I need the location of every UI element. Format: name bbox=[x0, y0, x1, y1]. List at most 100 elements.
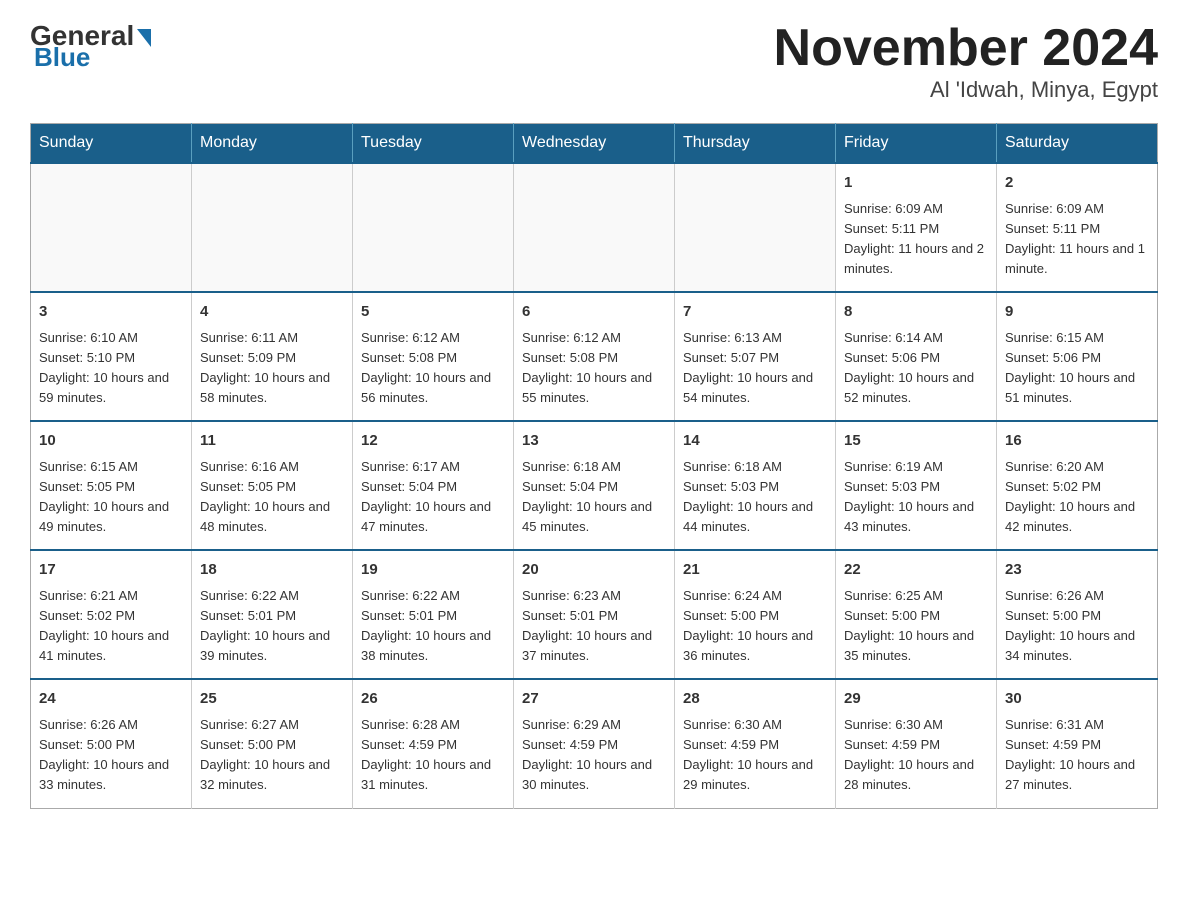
day-number: 4 bbox=[200, 301, 344, 324]
day-info: Sunrise: 6:25 AMSunset: 5:00 PMDaylight:… bbox=[844, 586, 988, 667]
day-info: Sunrise: 6:22 AMSunset: 5:01 PMDaylight:… bbox=[361, 586, 505, 667]
day-number: 28 bbox=[683, 688, 827, 711]
calendar-week-row: 10 Sunrise: 6:15 AMSunset: 5:05 PMDayligh… bbox=[31, 421, 1158, 550]
calendar-week-row: 24 Sunrise: 6:26 AMSunset: 5:00 PMDayligh… bbox=[31, 679, 1158, 808]
day-info: Sunrise: 6:31 AMSunset: 4:59 PMDaylight:… bbox=[1005, 715, 1149, 796]
calendar-day-cell: 24 Sunrise: 6:26 AMSunset: 5:00 PMDayligh… bbox=[31, 679, 192, 808]
day-number: 7 bbox=[683, 301, 827, 324]
day-info: Sunrise: 6:17 AMSunset: 5:04 PMDaylight:… bbox=[361, 457, 505, 538]
day-number: 30 bbox=[1005, 688, 1149, 711]
calendar-day-cell bbox=[192, 163, 353, 292]
calendar-day-cell: 9Sunrise: 6:15 AMSunset: 5:06 PMDaylight… bbox=[997, 292, 1158, 421]
calendar-day-cell: 19 Sunrise: 6:22 AMSunset: 5:01 PMDayligh… bbox=[353, 550, 514, 679]
day-number: 14 bbox=[683, 430, 827, 453]
day-info: Sunrise: 6:20 AMSunset: 5:02 PMDaylight:… bbox=[1005, 457, 1149, 538]
day-info: Sunrise: 6:24 AMSunset: 5:00 PMDaylight:… bbox=[683, 586, 827, 667]
day-info: Sunrise: 6:21 AMSunset: 5:02 PMDaylight:… bbox=[39, 586, 183, 667]
day-of-week-header: Thursday bbox=[675, 124, 836, 164]
day-number: 9 bbox=[1005, 301, 1149, 324]
calendar-day-cell: 2Sunrise: 6:09 AMSunset: 5:11 PMDaylight… bbox=[997, 163, 1158, 292]
calendar-day-cell: 25Sunrise: 6:27 AMSunset: 5:00 PMDayligh… bbox=[192, 679, 353, 808]
calendar-day-cell: 4 Sunrise: 6:11 AMSunset: 5:09 PMDaylight… bbox=[192, 292, 353, 421]
day-info: Sunrise: 6:14 AMSunset: 5:06 PMDaylight:… bbox=[844, 328, 988, 409]
logo-blue-text: Blue bbox=[34, 42, 90, 73]
day-number: 29 bbox=[844, 688, 988, 711]
day-info: Sunrise: 6:18 AMSunset: 5:03 PMDaylight:… bbox=[683, 457, 827, 538]
day-info: Sunrise: 6:16 AMSunset: 5:05 PMDaylight:… bbox=[200, 457, 344, 538]
day-info: Sunrise: 6:11 AMSunset: 5:09 PMDaylight:… bbox=[200, 328, 344, 409]
day-info: Sunrise: 6:10 AMSunset: 5:10 PMDaylight:… bbox=[39, 328, 183, 409]
calendar-day-cell bbox=[353, 163, 514, 292]
day-info: Sunrise: 6:22 AMSunset: 5:01 PMDaylight:… bbox=[200, 586, 344, 667]
calendar-day-cell bbox=[514, 163, 675, 292]
day-number: 23 bbox=[1005, 559, 1149, 582]
day-number: 18 bbox=[200, 559, 344, 582]
day-number: 5 bbox=[361, 301, 505, 324]
calendar-day-cell: 6 Sunrise: 6:12 AMSunset: 5:08 PMDaylight… bbox=[514, 292, 675, 421]
day-number: 16 bbox=[1005, 430, 1149, 453]
day-number: 11 bbox=[200, 430, 344, 453]
day-number: 19 bbox=[361, 559, 505, 582]
logo: General Blue bbox=[30, 20, 151, 73]
logo-arrow-icon bbox=[137, 29, 151, 47]
day-info: Sunrise: 6:28 AMSunset: 4:59 PMDaylight:… bbox=[361, 715, 505, 796]
calendar-day-cell: 28 Sunrise: 6:30 AMSunset: 4:59 PMDayligh… bbox=[675, 679, 836, 808]
calendar-day-cell: 8 Sunrise: 6:14 AMSunset: 5:06 PMDaylight… bbox=[836, 292, 997, 421]
day-number: 26 bbox=[361, 688, 505, 711]
day-info: Sunrise: 6:12 AMSunset: 5:08 PMDaylight:… bbox=[361, 328, 505, 409]
day-info: Sunrise: 6:29 AMSunset: 4:59 PMDaylight:… bbox=[522, 715, 666, 796]
calendar-day-cell: 3 Sunrise: 6:10 AMSunset: 5:10 PMDaylight… bbox=[31, 292, 192, 421]
calendar-week-row: 1 Sunrise: 6:09 AMSunset: 5:11 PMDaylight… bbox=[31, 163, 1158, 292]
day-info: Sunrise: 6:19 AMSunset: 5:03 PMDaylight:… bbox=[844, 457, 988, 538]
day-info: Sunrise: 6:26 AMSunset: 5:00 PMDaylight:… bbox=[1005, 586, 1149, 667]
day-number: 1 bbox=[844, 172, 988, 195]
day-number: 25 bbox=[200, 688, 344, 711]
day-info: Sunrise: 6:13 AMSunset: 5:07 PMDaylight:… bbox=[683, 328, 827, 409]
calendar-day-cell bbox=[31, 163, 192, 292]
day-info: Sunrise: 6:12 AMSunset: 5:08 PMDaylight:… bbox=[522, 328, 666, 409]
day-of-week-header: Tuesday bbox=[353, 124, 514, 164]
day-number: 10 bbox=[39, 430, 183, 453]
calendar-day-cell: 23 Sunrise: 6:26 AMSunset: 5:00 PMDayligh… bbox=[997, 550, 1158, 679]
calendar-title: November 2024 bbox=[774, 20, 1158, 77]
calendar-day-cell: 16 Sunrise: 6:20 AMSunset: 5:02 PMDayligh… bbox=[997, 421, 1158, 550]
day-info: Sunrise: 6:23 AMSunset: 5:01 PMDaylight:… bbox=[522, 586, 666, 667]
calendar-day-cell: 17 Sunrise: 6:21 AMSunset: 5:02 PMDayligh… bbox=[31, 550, 192, 679]
page-header: General Blue November 2024 Al 'Idwah, Mi… bbox=[30, 20, 1158, 103]
calendar-header-row: SundayMondayTuesdayWednesdayThursdayFrid… bbox=[31, 124, 1158, 164]
day-of-week-header: Monday bbox=[192, 124, 353, 164]
calendar-day-cell: 27Sunrise: 6:29 AMSunset: 4:59 PMDayligh… bbox=[514, 679, 675, 808]
calendar-day-cell: 30 Sunrise: 6:31 AMSunset: 4:59 PMDayligh… bbox=[997, 679, 1158, 808]
day-number: 2 bbox=[1005, 172, 1149, 195]
calendar-day-cell: 1 Sunrise: 6:09 AMSunset: 5:11 PMDaylight… bbox=[836, 163, 997, 292]
calendar-day-cell: 15 Sunrise: 6:19 AMSunset: 5:03 PMDayligh… bbox=[836, 421, 997, 550]
calendar-day-cell: 18 Sunrise: 6:22 AMSunset: 5:01 PMDayligh… bbox=[192, 550, 353, 679]
calendar-subtitle: Al 'Idwah, Minya, Egypt bbox=[774, 77, 1158, 103]
calendar-day-cell: 13Sunrise: 6:18 AMSunset: 5:04 PMDayligh… bbox=[514, 421, 675, 550]
day-info: Sunrise: 6:30 AMSunset: 4:59 PMDaylight:… bbox=[844, 715, 988, 796]
day-number: 12 bbox=[361, 430, 505, 453]
calendar-header: SundayMondayTuesdayWednesdayThursdayFrid… bbox=[31, 124, 1158, 164]
calendar-day-cell: 10 Sunrise: 6:15 AMSunset: 5:05 PMDayligh… bbox=[31, 421, 192, 550]
calendar-day-cell: 26 Sunrise: 6:28 AMSunset: 4:59 PMDayligh… bbox=[353, 679, 514, 808]
calendar-week-row: 17 Sunrise: 6:21 AMSunset: 5:02 PMDayligh… bbox=[31, 550, 1158, 679]
calendar-day-cell: 14 Sunrise: 6:18 AMSunset: 5:03 PMDayligh… bbox=[675, 421, 836, 550]
day-number: 17 bbox=[39, 559, 183, 582]
calendar-title-block: November 2024 Al 'Idwah, Minya, Egypt bbox=[774, 20, 1158, 103]
day-of-week-header: Wednesday bbox=[514, 124, 675, 164]
day-info: Sunrise: 6:26 AMSunset: 5:00 PMDaylight:… bbox=[39, 715, 183, 796]
day-of-week-header: Saturday bbox=[997, 124, 1158, 164]
calendar-day-cell: 11 Sunrise: 6:16 AMSunset: 5:05 PMDayligh… bbox=[192, 421, 353, 550]
day-info: Sunrise: 6:09 AMSunset: 5:11 PMDaylight:… bbox=[844, 199, 988, 280]
day-of-week-header: Friday bbox=[836, 124, 997, 164]
day-info: Sunrise: 6:15 AMSunset: 5:05 PMDaylight:… bbox=[39, 457, 183, 538]
calendar-table: SundayMondayTuesdayWednesdayThursdayFrid… bbox=[30, 123, 1158, 808]
day-info: Sunrise: 6:30 AMSunset: 4:59 PMDaylight:… bbox=[683, 715, 827, 796]
calendar-day-cell: 7 Sunrise: 6:13 AMSunset: 5:07 PMDaylight… bbox=[675, 292, 836, 421]
calendar-day-cell: 21Sunrise: 6:24 AMSunset: 5:00 PMDayligh… bbox=[675, 550, 836, 679]
day-number: 6 bbox=[522, 301, 666, 324]
day-number: 3 bbox=[39, 301, 183, 324]
day-number: 24 bbox=[39, 688, 183, 711]
day-number: 8 bbox=[844, 301, 988, 324]
day-number: 15 bbox=[844, 430, 988, 453]
